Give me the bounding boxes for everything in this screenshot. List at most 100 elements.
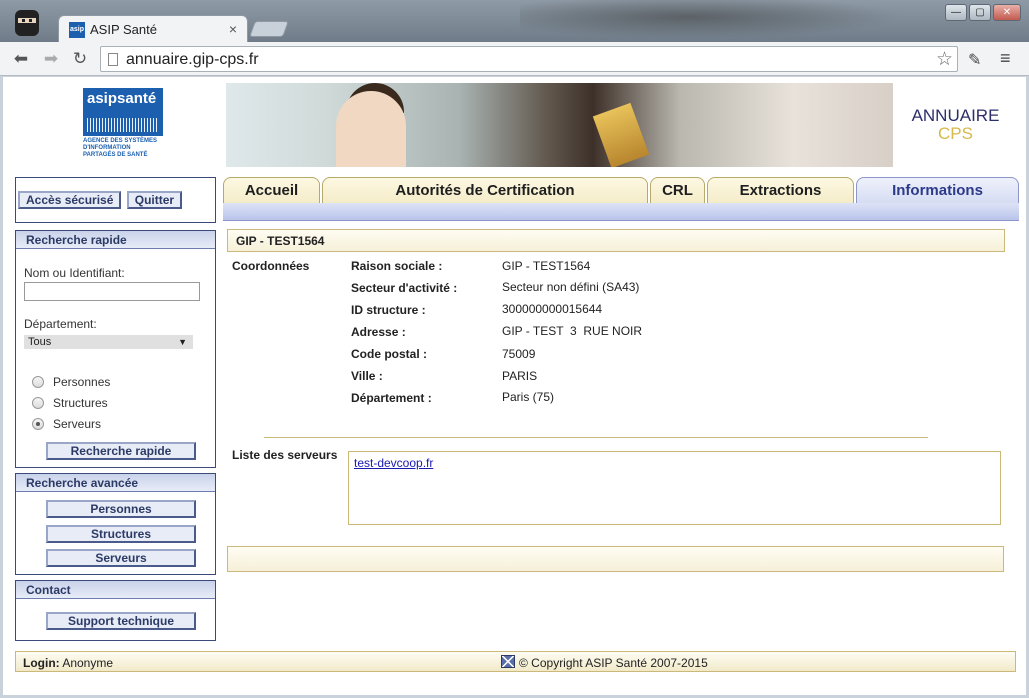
servers-list: test-devcoop.fr [348,451,1001,525]
logo-bars [87,118,157,132]
address-bar[interactable]: annuaire.gip-cps.fr ☆ [100,46,958,72]
radio-button[interactable] [32,375,44,388]
site-title-cps: CPS [938,124,973,143]
logo-tagline-line: D'INFORMATION [83,145,131,151]
field-value: 75009 [502,347,536,361]
login-value: Anonyme [62,656,114,670]
eyedropper-icon[interactable]: ✎ [968,50,981,70]
tab-underline-bar [223,203,1019,221]
coordinates-label: Coordonnées [232,259,310,273]
field-value: GIP - TEST 3 RUE NOIR [502,324,643,338]
field-key: Secteur d'activité : [351,281,458,295]
logo-tagline: AGENCE DES SYSTÈMES D'INFORMATION PARTAG… [83,138,163,159]
radio-label: Personnes [53,374,111,389]
field-key: Ville : [351,369,383,383]
radio-structures[interactable]: Structures [32,392,110,413]
dept-select[interactable]: Tous ▼ [24,335,193,349]
header-banner-image [226,83,893,167]
tab-crl[interactable]: CRL [650,177,705,203]
favicon-icon: asip [69,22,85,38]
menu-icon[interactable]: ≡ [1000,48,1011,69]
url-text: annuaire.gip-cps.fr [126,51,259,68]
field-value: PARIS [502,369,538,383]
search-type-radios: Personnes Structures Serveurs [32,371,110,434]
name-input[interactable] [24,282,200,301]
banner-figure [336,91,406,167]
name-label: Nom ou Identifiant: [24,266,125,280]
section-divider [264,437,928,438]
tab-extractions[interactable]: Extractions [707,177,854,203]
tab-informations[interactable]: Informations [856,177,1019,203]
web-page: asipsanté AGENCE DES SYSTÈMES D'INFORMAT… [3,77,1026,695]
mail-icon[interactable] [501,655,515,668]
quick-search-title: Recherche rapide [16,231,215,249]
back-icon[interactable]: ⬅ [11,49,31,69]
page-icon [108,53,118,66]
dept-label: Département: [24,317,97,331]
contact-title: Contact [16,581,215,599]
advanced-personnes-button[interactable]: Personnes [46,500,196,518]
access-box: Accès sécurisé Quitter [15,177,216,223]
empty-panel [227,546,1004,572]
field-value: GIP - TEST1564 [502,259,591,273]
radio-button[interactable] [32,417,44,430]
logo-brand: asipsanté [83,88,163,136]
site-title: ANNUAIRE CPS [908,107,1003,143]
browser-toolbar: ⬅ ➡ ↻ annuaire.gip-cps.fr ☆ ✎ ≡ [0,42,1029,76]
asip-logo[interactable]: asipsanté AGENCE DES SYSTÈMES D'INFORMAT… [83,88,163,164]
radio-label: Structures [53,395,108,410]
support-button[interactable]: Support technique [46,612,196,630]
field-key: Département : [351,391,432,405]
advanced-structures-button[interactable]: Structures [46,525,196,543]
browser-tab[interactable]: asip ASIP Santé × [58,15,248,43]
forward-icon[interactable]: ➡ [41,49,61,69]
logo-tagline-line: AGENCE DES SYSTÈMES [83,138,158,144]
main-tabs: Accueil Autorités de Certification CRL E… [223,177,1019,203]
radio-label: Serveurs [53,416,102,431]
login-label: Login: [23,656,60,670]
quit-button[interactable]: Quitter [126,191,183,209]
login-status: Login: Anonyme [23,656,113,670]
logo-text: asipsanté [87,90,157,107]
field-key: Code postal : [351,347,428,361]
advanced-search-title: Recherche avancée [16,474,215,492]
tab-autorites[interactable]: Autorités de Certification [322,177,648,203]
server-link[interactable]: test-devcoop.fr [354,456,433,470]
field-value: 300000000015644 [502,302,603,316]
contact-box: Contact Support technique [15,580,216,641]
copyright-text: © Copyright ASIP Santé 2007-2015 [519,656,708,670]
dept-select-value: Tous [28,336,52,348]
advanced-search-box: Recherche avancée Personnes Structures S… [15,473,216,575]
new-tab-button[interactable] [249,21,289,37]
tab-accueil[interactable]: Accueil [223,177,320,203]
site-title-annuaire: ANNUAIRE [911,106,1000,125]
servers-label: Liste des serveurs [232,448,338,462]
reload-icon[interactable]: ↻ [70,49,90,69]
logo-tagline-line: PARTAGÉS DE SANTÉ [83,152,148,158]
radio-personnes[interactable]: Personnes [32,371,110,392]
field-value: Paris (75) [502,390,555,404]
dropdown-arrow-icon: ▼ [178,337,187,347]
field-key: Raison sociale : [351,259,443,273]
page-footer: Login: Anonyme © Copyright ASIP Santé 20… [15,651,1016,672]
banner-card [592,102,650,167]
advanced-serveurs-button[interactable]: Serveurs [46,549,196,567]
radio-button[interactable] [32,396,44,409]
bookmark-star-icon[interactable]: ☆ [936,48,953,71]
tab-title: ASIP Santé [90,22,157,37]
field-key: Adresse : [351,325,406,339]
radio-serveurs[interactable]: Serveurs [32,413,110,434]
profile-avatar-icon[interactable] [12,6,42,38]
quick-search-button[interactable]: Recherche rapide [46,442,196,460]
field-key: ID structure : [351,303,426,317]
field-value: Secteur non défini (SA43) [502,280,640,294]
minimize-icon[interactable]: — [945,4,967,21]
maximize-icon[interactable]: ▢ [969,4,991,21]
tab-close-icon[interactable]: × [229,21,237,37]
quick-search-box: Recherche rapide Nom ou Identifiant: Dép… [15,230,216,468]
close-icon[interactable]: ✕ [993,4,1021,21]
page-title: GIP - TEST1564 [227,229,1005,252]
browser-titlebar: asip ASIP Santé × — ▢ ✕ [0,0,1029,43]
secure-access-button[interactable]: Accès sécurisé [18,191,122,209]
theme-decoration [520,0,940,42]
